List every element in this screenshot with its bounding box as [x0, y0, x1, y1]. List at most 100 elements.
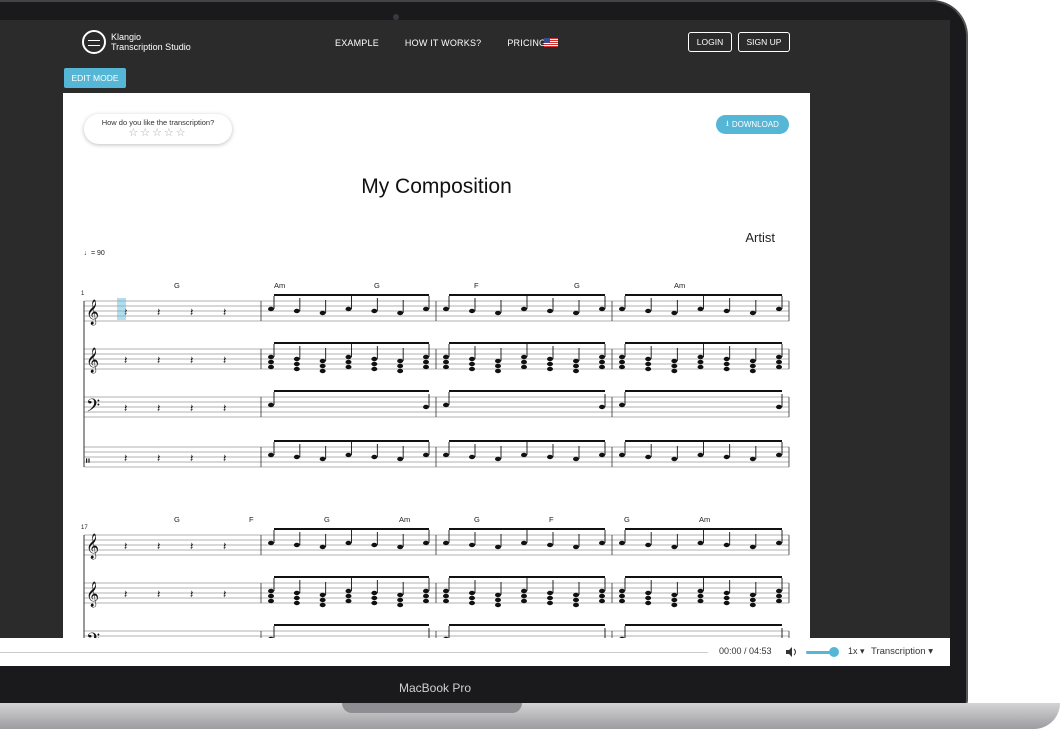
volume-knob[interactable]: [829, 647, 839, 657]
note-head: [469, 366, 475, 372]
login-button[interactable]: LOGIN: [688, 32, 732, 52]
note-head: [723, 361, 730, 367]
note-head: [397, 363, 404, 369]
note-head: [495, 363, 501, 369]
note-head: [723, 454, 730, 460]
note-head: [521, 598, 527, 604]
note-head: [293, 366, 300, 372]
note-head: [443, 364, 449, 370]
note-head: [645, 454, 652, 460]
signup-button[interactable]: SIGN UP: [738, 32, 790, 52]
note-head: [521, 452, 527, 458]
rest-symbol: 𝄽: [124, 541, 127, 553]
nav-how-it-works[interactable]: HOW IT WORKS?: [405, 38, 481, 48]
note-head: [268, 540, 274, 546]
note-head: [671, 368, 678, 374]
note-head: [749, 544, 756, 550]
note-head: [495, 368, 501, 374]
playback-time: 00:00 / 04:53: [719, 646, 772, 656]
rest-symbol: 𝄽: [190, 307, 193, 319]
note-head: [268, 306, 274, 312]
sheet-music-page: How do you like the transcription? ☆☆☆☆☆…: [63, 93, 810, 666]
note-head: [268, 598, 274, 604]
note-head: [599, 593, 605, 599]
note-head: [599, 588, 605, 594]
volume-icon[interactable]: [786, 647, 798, 657]
note-head: [268, 354, 274, 360]
note-head: [599, 404, 605, 410]
note-head: [423, 359, 429, 365]
note-head: [723, 590, 730, 596]
rest-symbol: 𝄽: [223, 541, 226, 553]
note-head: [599, 364, 605, 370]
rest-symbol: 𝄽: [190, 403, 193, 415]
note-head: [397, 597, 404, 603]
note-head: [443, 306, 449, 312]
note-head: [697, 359, 704, 365]
note-head: [521, 306, 527, 312]
note-head: [443, 402, 449, 408]
clef-symbol: 𝄢: [86, 395, 100, 420]
note-head: [397, 602, 404, 608]
rest-symbol: 𝄽: [124, 403, 127, 415]
note-head: [443, 452, 449, 458]
note-head: [645, 600, 652, 606]
clef-symbol: 𝄥: [86, 454, 90, 468]
note-head: [619, 593, 625, 599]
note-head: [619, 364, 625, 370]
note-head: [599, 452, 605, 458]
note-head: [443, 588, 449, 594]
note-head: [469, 595, 475, 601]
note-head: [345, 588, 352, 594]
note-head: [345, 364, 352, 370]
note-head: [371, 600, 378, 606]
note-head: [671, 602, 678, 608]
note-head: [443, 359, 449, 365]
note-head: [723, 366, 730, 372]
note-head: [599, 540, 605, 546]
speed-select[interactable]: 1x ▾: [848, 646, 865, 657]
note-head: [619, 306, 625, 312]
note-head: [776, 452, 782, 458]
note-head: [423, 540, 429, 546]
view-mode-select[interactable]: Transcription ▾: [871, 646, 933, 657]
rest-symbol: 𝄽: [190, 355, 193, 367]
note-head: [371, 542, 378, 548]
edit-mode-button[interactable]: EDIT MODE: [64, 68, 126, 88]
note-head: [293, 454, 300, 460]
note-head: [671, 363, 678, 369]
note-head: [345, 452, 352, 458]
note-head: [671, 597, 678, 603]
measure-number: 1: [81, 291, 85, 297]
note-head: [521, 354, 527, 360]
laptop-base: [0, 703, 1060, 729]
note-head: [345, 306, 352, 312]
note-head: [697, 354, 704, 360]
nav-example[interactable]: EXAMPLE: [335, 38, 379, 48]
logo[interactable]: Klangio Transcription Studio: [82, 30, 191, 54]
note-head: [697, 364, 704, 370]
note-head: [397, 368, 404, 374]
audio-player: 00:00 / 04:53 1x ▾ Transcription ▾: [0, 638, 950, 666]
us-flag-icon[interactable]: [544, 38, 558, 47]
device-label: MacBook Pro: [398, 681, 472, 695]
nav-pricing[interactable]: PRICING: [507, 38, 546, 48]
screen: Klangio Transcription Studio EXAMPLE HOW…: [0, 20, 950, 666]
progress-track[interactable]: [0, 652, 708, 653]
note-head: [345, 354, 352, 360]
chord-symbol: G: [174, 515, 180, 524]
rest-symbol: 𝄽: [223, 453, 226, 465]
note-head: [645, 366, 652, 372]
note-head: [293, 308, 300, 314]
note-head: [371, 308, 378, 314]
rest-symbol: 𝄽: [157, 589, 160, 601]
note-head: [776, 359, 782, 365]
score-notation[interactable]: 1 G Am G F G Am 𝄞 𝄽 𝄽 𝄽 𝄽 𝄞 𝄽 𝄽 𝄽 𝄽 𝄢 𝄽 𝄽 𝄽 𝄽 𝄥 𝄽 𝄽 𝄽 𝄽 17 G F G Am G F G A…: [63, 93, 810, 666]
note-head: [495, 358, 501, 364]
logo-subtitle: Transcription Studio: [111, 42, 191, 52]
note-head: [319, 592, 326, 598]
note-head: [573, 602, 579, 608]
note-head: [495, 592, 501, 598]
note-head: [345, 540, 352, 546]
note-head: [397, 456, 404, 462]
